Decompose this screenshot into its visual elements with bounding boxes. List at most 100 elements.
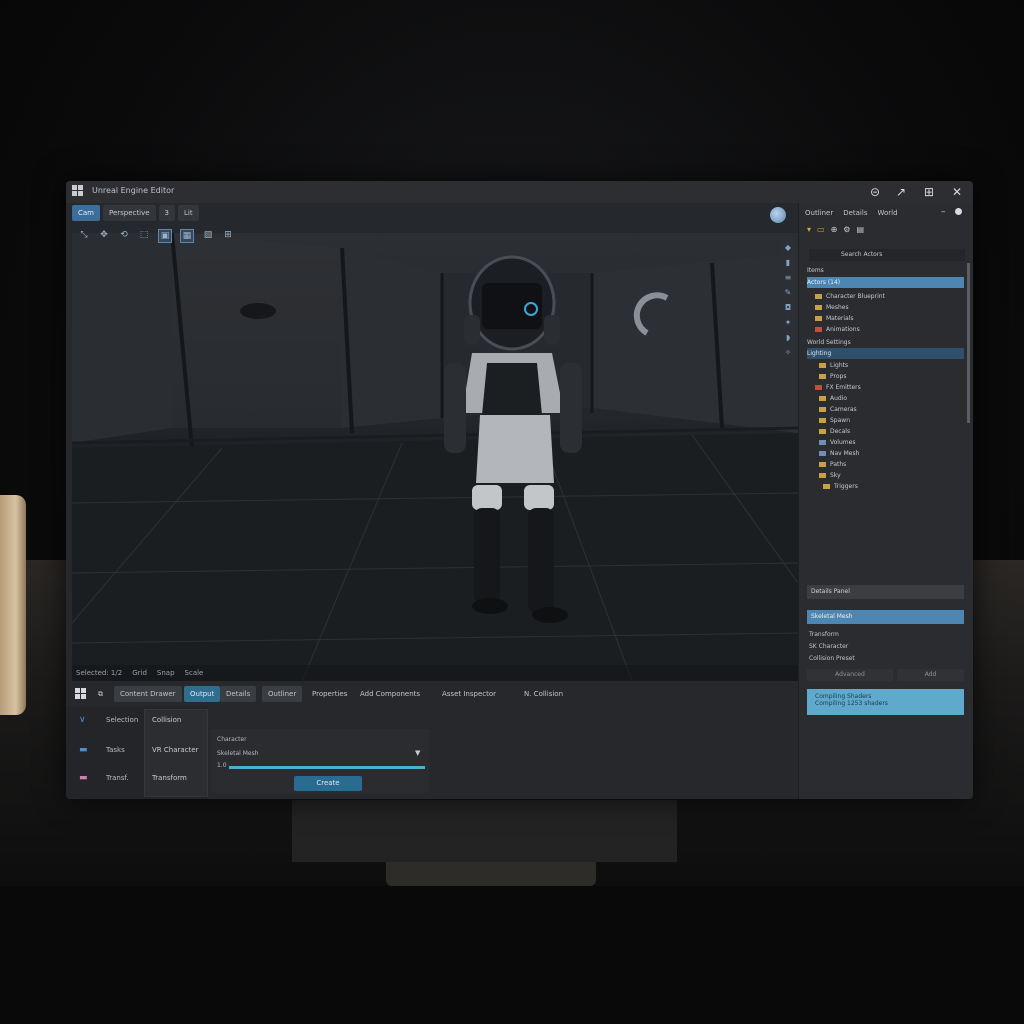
tab-outliner[interactable]: Outliner (262, 686, 303, 702)
tree-item[interactable]: Cameras (807, 404, 973, 415)
folder-icon (819, 407, 826, 412)
snap-icon[interactable]: ▣ (158, 229, 172, 243)
mesh-dropdown[interactable]: Skeletal Mesh (217, 749, 423, 759)
animation-icon[interactable]: ✧ (785, 348, 792, 357)
tree-item[interactable]: Spawn (807, 415, 973, 426)
folder-icon (819, 429, 826, 434)
layers-icon[interactable]: ▤ (856, 225, 864, 234)
panel-options-icon[interactable] (955, 208, 962, 215)
3d-viewport[interactable]: Cam Perspective 3 Lit ⤡ ✥ ⟲ ⬚ ▣ ▦ ▧ ⊞ ◆ … (72, 203, 798, 681)
viewport-toolbar: Cam Perspective 3 Lit (72, 205, 199, 221)
scale-snap-icon[interactable]: ▧ (202, 229, 214, 241)
scale-slider[interactable] (229, 766, 425, 769)
camera-button[interactable]: Cam (72, 205, 100, 221)
scale-icon[interactable]: ⬚ (138, 229, 150, 241)
tree-item[interactable]: Sky (807, 470, 973, 481)
chevron-down-icon[interactable]: ▼ (415, 749, 420, 757)
fracture-icon[interactable]: ✦ (785, 318, 792, 327)
tree-item-selected[interactable]: Actors (14) (807, 277, 964, 288)
landscape-icon[interactable]: ▮ (786, 258, 790, 267)
tree-item[interactable]: Decals (807, 426, 973, 437)
transform-tools: ⤡ ✥ ⟲ ⬚ ▣ ▦ ▧ ⊞ (78, 229, 234, 243)
paint-icon[interactable]: ◆ (785, 243, 791, 252)
character-field[interactable]: Character (217, 735, 423, 745)
mode-row-transform[interactable]: ▬ Transf. Transform (66, 768, 208, 790)
rotate-icon[interactable]: ⟲ (118, 229, 130, 241)
grid-count-button[interactable]: 3 (158, 205, 176, 221)
outliner-panel: Outliner Details World – ▾ ▭ ⊕ ⚙ ▤ Searc… (798, 203, 973, 799)
tree-item[interactable]: Triggers (807, 481, 973, 492)
minimize-icon[interactable]: ⊝ (866, 183, 884, 201)
details-header: Details Panel (807, 585, 964, 599)
status-grid[interactable]: Grid (132, 665, 147, 681)
panel-minimize-icon[interactable]: – (941, 207, 946, 217)
outliner-toolbar: ▾ ▭ ⊕ ⚙ ▤ (807, 225, 864, 234)
outliner-search-input[interactable]: Search Actors (809, 249, 965, 261)
tree-item[interactable]: Meshes (807, 302, 972, 313)
tab-output[interactable]: Output (184, 686, 221, 702)
title-bar[interactable]: Unreal Engine Editor ⊝ ↗ ⊞ ✕ (66, 181, 973, 203)
angle-snap-icon[interactable]: ▦ (180, 229, 194, 243)
mode-row-selection[interactable]: ∨ Selection Collision (66, 710, 208, 732)
foliage-icon[interactable]: ≡ (785, 273, 792, 282)
select-icon[interactable]: ⤡ (78, 229, 90, 241)
filter-icon[interactable]: ⧉ (92, 686, 109, 702)
lit-button[interactable]: Lit (178, 205, 199, 221)
tab-details-panel[interactable]: Details (843, 209, 867, 217)
tab-details[interactable]: Details (220, 686, 257, 702)
tree-item[interactable]: Props (807, 371, 973, 382)
brush-icon[interactable]: ◗ (786, 333, 790, 342)
tree-item[interactable]: FX Emitters (807, 382, 972, 393)
tab-content-drawer[interactable]: Content Drawer (114, 686, 182, 702)
floor-background (0, 886, 1024, 1024)
tree-item[interactable]: Paths (807, 459, 973, 470)
modeling-icon[interactable]: ◘ (785, 303, 791, 312)
advanced-button[interactable]: Advanced (807, 669, 893, 681)
tree-item[interactable]: Volumes (807, 437, 973, 448)
orientation-gizmo-icon[interactable] (770, 207, 786, 223)
tree-item-selected[interactable]: Lighting (807, 348, 964, 359)
tab-collision[interactable]: N. Collision (518, 686, 569, 702)
tab-properties[interactable]: Properties (306, 686, 353, 702)
tree-item[interactable]: Audio (807, 393, 973, 404)
close-icon[interactable]: ✕ (948, 183, 966, 201)
move-icon[interactable]: ✥ (98, 229, 110, 241)
settings-icon[interactable]: ⚙ (843, 225, 850, 234)
compile-status-box: Compiling Shaders Compiling 1253 shaders (807, 689, 964, 715)
tree-item[interactable]: Nav Mesh (807, 448, 973, 459)
perspective-button[interactable]: Perspective (103, 205, 156, 221)
tree-item[interactable]: Materials (807, 313, 972, 324)
actor-icon (815, 327, 822, 332)
outliner-tabs: Outliner Details World (805, 209, 898, 217)
tab-outliner-panel[interactable]: Outliner (805, 209, 833, 217)
viewport-side-toolbar: ◆ ▮ ≡ ✎ ◘ ✦ ◗ ✧ (780, 239, 796, 403)
outliner-scrollbar[interactable] (967, 263, 970, 423)
create-button[interactable]: Create (294, 776, 362, 791)
tree-item[interactable]: Character Blueprint (807, 291, 972, 302)
window-title: Unreal Engine Editor (92, 186, 175, 195)
folder-icon (819, 396, 826, 401)
status-scale[interactable]: Scale (185, 665, 204, 681)
maximize-icon[interactable]: ⊞ (920, 183, 938, 201)
add-button[interactable]: Add (897, 669, 964, 681)
tab-add-components[interactable]: Add Components (354, 686, 426, 702)
monitor-stand (292, 800, 677, 862)
tree-item[interactable]: Lights (807, 360, 973, 371)
mode-value: Collision (152, 716, 182, 724)
layout-grid-icon[interactable] (75, 688, 87, 700)
camera-speed-icon[interactable]: ⊞ (222, 229, 234, 241)
tree-item[interactable]: Animations (807, 324, 972, 335)
details-selected-row[interactable]: Skeletal Mesh (807, 610, 964, 624)
filter-icon[interactable]: ▾ (807, 225, 811, 234)
status-snap[interactable]: Snap (157, 665, 175, 681)
tab-asset-inspector[interactable]: Asset Inspector (436, 686, 502, 702)
folder-icon (815, 305, 822, 310)
mug (0, 495, 26, 715)
mesh-paint-icon[interactable]: ✎ (785, 288, 792, 297)
volume-icon (819, 440, 826, 445)
restore-icon[interactable]: ↗ (892, 183, 910, 201)
mode-row-tasks[interactable]: ▬ Tasks VR Character (66, 740, 208, 762)
tab-world-panel[interactable]: World (877, 209, 897, 217)
folder-icon[interactable]: ▭ (817, 225, 825, 234)
sort-icon[interactable]: ⊕ (831, 225, 838, 234)
